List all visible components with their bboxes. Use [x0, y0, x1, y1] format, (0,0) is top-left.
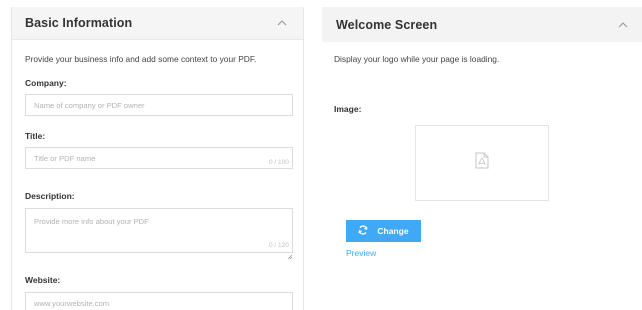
description-textarea[interactable]	[25, 208, 293, 253]
description-label: Description:	[25, 191, 75, 201]
description-char-counter: 0 / 120	[269, 242, 289, 249]
basic-information-description: Provide your business info and add some …	[25, 54, 257, 64]
image-upload-box[interactable]	[415, 125, 549, 201]
pdf-file-icon	[475, 152, 489, 174]
welcome-screen-header[interactable]: Welcome Screen	[322, 7, 642, 42]
chevron-up-icon[interactable]	[616, 18, 630, 32]
basic-information-title: Basic Information	[25, 16, 133, 30]
website-label: Website:	[25, 275, 61, 285]
basic-information-header[interactable]: Basic Information	[12, 7, 303, 40]
image-label: Image:	[334, 104, 362, 114]
title-input[interactable]	[25, 147, 293, 169]
chevron-up-icon[interactable]	[275, 16, 289, 30]
title-label: Title:	[25, 131, 46, 141]
change-image-button[interactable]: Change	[346, 220, 421, 242]
website-input[interactable]	[25, 292, 293, 310]
welcome-screen-title: Welcome Screen	[336, 17, 438, 32]
change-button-label: Change	[377, 226, 409, 236]
welcome-screen-description: Display your logo while your page is loa…	[334, 54, 500, 64]
basic-information-panel: Basic Information Provide your business …	[11, 7, 304, 310]
company-input[interactable]	[25, 94, 293, 116]
company-label: Company:	[25, 78, 67, 88]
preview-link[interactable]: Preview	[346, 248, 376, 258]
title-char-counter: 0 / 100	[269, 159, 289, 166]
welcome-screen-panel: Welcome Screen Display your logo while y…	[322, 7, 642, 310]
refresh-icon	[358, 225, 368, 237]
textarea-resize-icon[interactable]	[287, 247, 293, 260]
